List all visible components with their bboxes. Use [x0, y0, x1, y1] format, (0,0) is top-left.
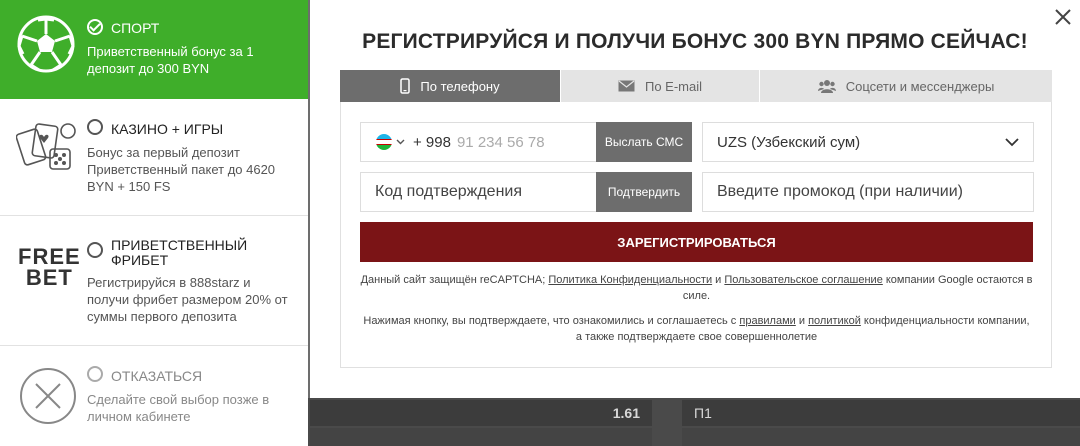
bonus-option-freebet[interactable]: FREE BET Приветственный фрибет Регистрир… — [0, 216, 308, 346]
bonus-description: Регистрируйся в 888starz и получи фрибет… — [87, 275, 288, 324]
notice-text: и — [795, 315, 809, 327]
tab-label: Соцсети и мессенджеры — [845, 78, 995, 94]
policy-link[interactable]: политикой — [808, 315, 861, 327]
phone-registration-form: + 998 Выслать СМС UZS (Узбекский сум) По… — [340, 102, 1052, 368]
odds-cell[interactable]: 1.61 — [310, 400, 652, 426]
notice-text: и — [712, 274, 725, 286]
register-button[interactable]: ЗАРЕГИСТРИРОВАТЬСЯ — [360, 222, 1033, 262]
bonus-description: Бонус за первый депозит Приветственный п… — [87, 145, 276, 194]
tab-social[interactable]: Соцсети и мессенджеры — [759, 70, 1052, 102]
recaptcha-notice: Данный сайт защищён reCAPTCHA; Политика … — [360, 272, 1033, 304]
users-icon — [817, 80, 836, 93]
freebet-logo: FREE BET — [18, 244, 81, 290]
promo-code-field — [702, 172, 1034, 212]
terms-link[interactable]: Пользовательское соглашение — [724, 274, 882, 286]
bonus-title: Приветственный фрибет — [111, 237, 248, 268]
bonus-selection-panel: Спорт Приветственный бонус за 1 депозит … — [0, 0, 308, 446]
send-sms-button[interactable]: Выслать СМС — [596, 122, 692, 162]
phone-input[interactable] — [456, 133, 597, 151]
modal-heading: РЕГИСТРИРУЙСЯ И ПОЛУЧИ БОНУС 300 BYN ПРЯ… — [362, 30, 1028, 53]
freebet-logo-line: BET — [25, 265, 73, 290]
verification-code-field: Подтвердить — [360, 172, 692, 212]
registration-tabs: По телефону По E-mail Соцсети и мессендж… — [340, 70, 1052, 102]
tab-phone[interactable]: По телефону — [340, 70, 560, 102]
soccer-ball-icon — [17, 15, 75, 73]
phone-icon — [400, 78, 411, 94]
privacy-policy-link[interactable]: Политика Конфиденциальности — [548, 274, 712, 286]
radio-freebet[interactable] — [87, 242, 103, 258]
decline-x-icon — [20, 368, 76, 424]
bonus-description: Приветственный бонус за 1 депозит до 300… — [87, 44, 254, 76]
casino-cards-dice-icon — [16, 123, 76, 170]
promo-code-input[interactable] — [717, 183, 1017, 201]
bonus-title: Казино + Игры — [111, 121, 224, 137]
close-icon[interactable] — [1054, 8, 1072, 26]
bonus-option-sport[interactable]: Спорт Приветственный бонус за 1 депозит … — [0, 0, 308, 99]
background-row — [682, 428, 1080, 446]
confirm-button[interactable]: Подтвердить — [596, 172, 692, 212]
radio-sport-checked[interactable] — [87, 19, 103, 35]
phone-field: + 998 Выслать СМС — [360, 122, 692, 162]
rules-link[interactable]: правилами — [739, 315, 795, 327]
country-code: + 998 — [413, 133, 451, 151]
radio-decline[interactable] — [87, 366, 103, 382]
envelope-icon — [618, 80, 635, 92]
outcome-label-p1[interactable]: П1 — [682, 400, 1080, 426]
tab-label: По E-mail — [644, 78, 703, 94]
bonus-title: Спорт — [111, 20, 160, 36]
bonus-option-casino[interactable]: Казино + Игры Бонус за первый депозит Пр… — [0, 99, 308, 216]
bonus-option-decline[interactable]: Отказаться Сделайте свой выбор позже в л… — [0, 346, 308, 446]
currency-select[interactable]: UZS (Узбекский сум) — [702, 122, 1034, 162]
bonus-description: Сделайте свой выбор позже в личном кабин… — [87, 392, 270, 424]
tab-email[interactable]: По E-mail — [560, 70, 759, 102]
notice-text: Данный сайт защищён reCAPTCHA; — [360, 274, 549, 286]
currency-selected: UZS (Узбекский сум) — [717, 133, 861, 151]
radio-casino[interactable] — [87, 119, 103, 135]
chevron-down-icon[interactable] — [396, 139, 405, 145]
registration-modal: РЕГИСТРИРУЙСЯ И ПОЛУЧИ БОНУС 300 BYN ПРЯ… — [310, 0, 1080, 398]
bonus-title: Отказаться — [111, 368, 203, 384]
verification-code-input[interactable] — [375, 183, 575, 201]
background-row — [310, 428, 652, 446]
notice-text: Нажимая кнопку, вы подтверждаете, что оз… — [363, 315, 740, 327]
consent-notice: Нажимая кнопку, вы подтверждаете, что оз… — [360, 313, 1033, 345]
freebet-logo-line: FREE — [18, 244, 81, 269]
tab-label: По телефону — [420, 78, 500, 94]
uzbekistan-flag-icon[interactable] — [376, 134, 392, 150]
chevron-down-icon — [1005, 137, 1019, 146]
